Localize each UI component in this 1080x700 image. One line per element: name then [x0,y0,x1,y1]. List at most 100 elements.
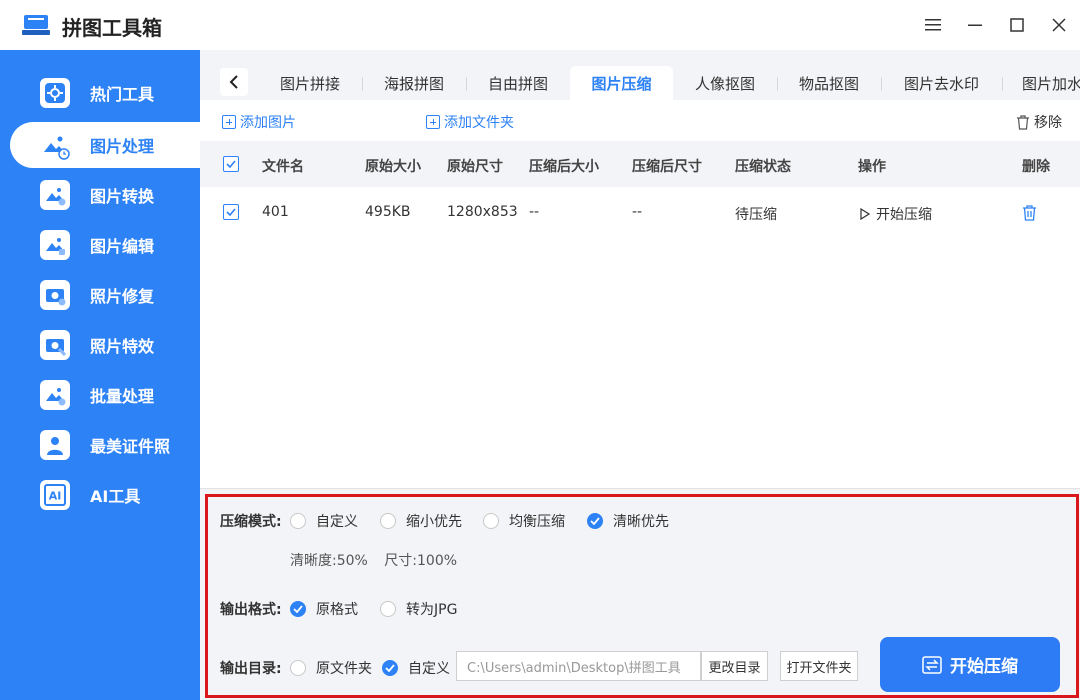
gear-icon [40,78,70,108]
sidebar-item-ai-tools[interactable]: AI AI工具 [10,472,200,518]
title-bar: 拼图工具箱 [0,0,1080,50]
size-text: 尺寸:100% [384,553,458,569]
tab-separator [777,77,778,91]
radio-icon [290,513,306,529]
tab-bar: 图片拼接 海报拼图 自由拼图 图片压缩 人像抠图 物品抠图 图片去水印 图片加水 [200,50,1080,100]
sidebar-item-image-processing[interactable]: 图片处理 [10,122,200,168]
sidebar-item-hot-tools[interactable]: 热门工具 [10,70,200,116]
radio-icon [380,513,396,529]
select-all-checkbox[interactable] [223,156,239,172]
dir-original-radio[interactable]: 原文件夹 [290,658,372,678]
image-batch-icon [40,380,70,410]
compress-settings-panel: 压缩模式: 自定义 缩小优先 均衡压缩 清晰优先 清晰度:50% 尺寸:100%… [200,488,1080,700]
tab-portrait-cutout[interactable]: 人像抠图 [677,66,773,100]
sidebar-item-id-photo[interactable]: 最美证件照 [10,422,200,468]
sidebar-item-batch-processing[interactable]: 批量处理 [10,372,200,418]
column-header-compressed-size: 压缩后大小 [529,159,599,175]
tab-image-stitch[interactable]: 图片拼接 [262,66,358,100]
column-header-delete: 删除 [1022,159,1050,175]
radio-checked-icon [587,513,603,529]
image-edit-icon [40,230,70,260]
tab-separator [466,77,467,91]
tab-separator [881,77,882,91]
cell-original-dimensions: 1280x853 [447,204,518,220]
format-original-radio[interactable]: 原格式 [290,599,358,619]
radio-checked-icon [290,601,306,617]
camera-wand-icon [40,330,70,360]
plus-box-icon [222,115,236,129]
compress-mode-label: 压缩模式: [220,514,282,530]
format-jpg-radio[interactable]: 转为JPG [380,599,457,619]
check-icon [226,208,236,216]
sidebar-item-photo-effects[interactable]: 照片特效 [10,322,200,368]
cell-compressed-dimensions: -- [632,204,643,220]
image-clock-icon [40,130,70,160]
mode-balanced-radio[interactable]: 均衡压缩 [483,511,565,531]
chevron-left-icon [229,75,238,89]
column-header-original-size: 原始大小 [365,159,421,175]
trash-icon [1017,114,1029,130]
table-header: 文件名 原始大小 原始尺寸 压缩后大小 压缩后尺寸 压缩状态 操作 删除 [200,141,1080,187]
tab-free-collage[interactable]: 自由拼图 [470,66,566,100]
plus-box-icon [426,115,440,129]
column-header-action: 操作 [858,159,886,175]
tab-remove-watermark[interactable]: 图片去水印 [885,66,998,100]
add-image-button[interactable]: 添加图片 [222,112,296,132]
main-panel: 图片拼接 海报拼图 自由拼图 图片压缩 人像抠图 物品抠图 图片去水印 图片加水… [200,50,1080,700]
mode-smaller-radio[interactable]: 缩小优先 [380,511,462,531]
output-dir-label: 输出目录: [220,661,282,677]
start-compress-button[interactable]: 开始压缩 [880,637,1060,692]
open-folder-button[interactable]: 打开文件夹 [780,651,858,681]
column-header-filename: 文件名 [262,159,304,175]
tab-separator [1002,77,1003,91]
svg-text:AI: AI [49,490,62,503]
radio-checked-icon [382,660,398,676]
change-dir-button[interactable]: 更改目录 [701,651,768,681]
cell-filename: 401 [262,204,289,220]
column-header-status: 压缩状态 [735,159,791,175]
convert-icon [922,655,942,674]
column-header-original-dimensions: 原始尺寸 [447,159,503,175]
quality-text: 清晰度:50% [290,553,368,569]
output-dir-input[interactable] [456,651,701,681]
row-checkbox[interactable] [223,204,239,220]
app-logo-icon [22,15,50,35]
output-format-label: 输出格式: [220,602,282,618]
ai-icon: AI [40,480,70,510]
start-compress-row-button[interactable]: 开始压缩 [860,204,932,224]
sidebar-item-image-convert[interactable]: 图片转换 [10,172,200,218]
close-icon[interactable] [1046,12,1072,38]
sidebar-item-image-edit[interactable]: 图片编辑 [10,222,200,268]
mode-custom-radio[interactable]: 自定义 [290,511,358,531]
check-icon [226,160,236,168]
image-convert-icon [40,180,70,210]
sidebar-item-photo-repair[interactable]: 照片修复 [10,272,200,318]
radio-icon [483,513,499,529]
table-row: 401 495KB 1280x853 -- -- 待压缩 开始压缩 [200,190,1080,234]
column-header-compressed-dimensions: 压缩后尺寸 [632,159,702,175]
remove-button[interactable]: 移除 [1016,112,1062,132]
cell-compressed-size: -- [529,204,540,220]
trash-icon [1023,205,1036,221]
cell-original-size: 495KB [365,204,411,220]
dir-custom-radio[interactable]: 自定义 [382,658,450,678]
play-icon [860,208,870,220]
maximize-icon[interactable] [1004,12,1030,38]
tab-poster-collage[interactable]: 海报拼图 [366,66,462,100]
minimize-icon[interactable] [962,12,988,38]
delete-row-button[interactable] [1022,205,1037,225]
menu-icon[interactable] [920,12,946,38]
mode-clarity-radio[interactable]: 清晰优先 [587,511,669,531]
person-icon [40,430,70,460]
app-title: 拼图工具箱 [62,16,162,40]
sidebar: 热门工具 图片处理 图片转换 图片编辑 照片修复 照片特效 批量处理 最美证件照… [0,50,200,700]
radio-icon [380,601,396,617]
tab-object-cutout[interactable]: 物品抠图 [781,66,877,100]
quality-info: 清晰度:50% 尺寸:100% [290,550,457,570]
camera-plus-icon [40,280,70,310]
tab-image-compress[interactable]: 图片压缩 [570,66,673,100]
back-button[interactable] [220,68,248,96]
tab-add-watermark[interactable]: 图片加水 [1006,66,1080,100]
add-folder-button[interactable]: 添加文件夹 [426,112,514,132]
cell-status: 待压缩 [735,207,777,223]
